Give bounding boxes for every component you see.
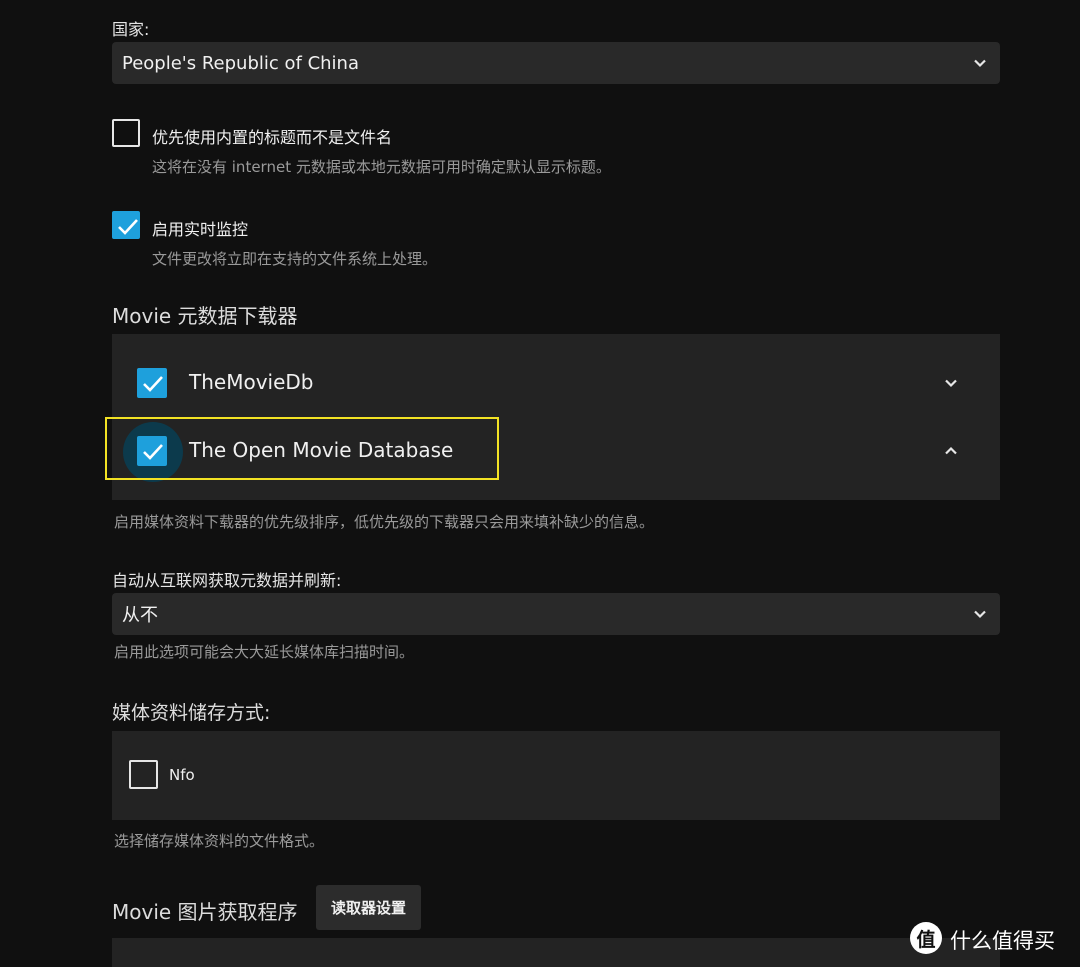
watermark-logo: 值 [910,922,942,954]
auto-refresh-label: 自动从互联网获取元数据并刷新: [112,571,342,590]
image-fetchers-panel [112,938,1000,967]
highlight-box [105,417,499,480]
auto-refresh-select[interactable]: 从不 [112,593,1000,635]
downloader-themoviedb-checkbox[interactable] [137,368,167,398]
check-icon [143,376,163,392]
metadata-downloaders-heading: Movie 元数据下载器 [112,304,298,328]
metadata-savers-help: 选择储存媒体资料的文件格式。 [114,832,325,850]
metadata-downloaders-help: 启用媒体资料下载器的优先级排序，低优先级的下载器只会用来填补缺少的信息。 [114,513,655,531]
realtime-monitor-desc: 文件更改将立即在支持的文件系统上处理。 [152,250,438,268]
auto-refresh-help: 启用此选项可能会大大延长媒体库扫描时间。 [114,643,415,661]
prefer-embedded-desc: 这将在没有 internet 元数据或本地元数据可用时确定默认显示标题。 [152,158,611,176]
chevron-down-icon [974,59,986,68]
saver-nfo-checkbox[interactable] [129,760,158,789]
country-select[interactable]: People's Republic of China [112,42,1000,84]
country-value: People's Republic of China [122,52,359,74]
chevron-down-icon [974,610,986,619]
prefer-embedded-checkbox[interactable] [112,119,140,147]
realtime-monitor-checkbox[interactable] [112,211,140,239]
fetcher-settings-button[interactable]: 读取器设置 [316,885,421,930]
prefer-embedded-title: 优先使用内置的标题而不是文件名 [152,128,393,147]
auto-refresh-value: 从不 [122,605,158,626]
image-fetchers-heading: Movie 图片获取程序 [112,900,298,924]
collapse-chevron-up-icon[interactable] [943,443,959,459]
expand-chevron-down-icon[interactable] [943,375,959,391]
check-icon [118,219,138,235]
realtime-monitor-title: 启用实时监控 [152,220,249,239]
metadata-savers-panel [112,731,1000,820]
country-label: 国家: [112,20,150,39]
saver-nfo-label: Nfo [169,766,195,784]
metadata-savers-heading: 媒体资料储存方式: [112,702,271,724]
downloader-themoviedb-label: TheMovieDb [189,370,314,394]
watermark-text: 什么值得买 [950,929,1055,953]
